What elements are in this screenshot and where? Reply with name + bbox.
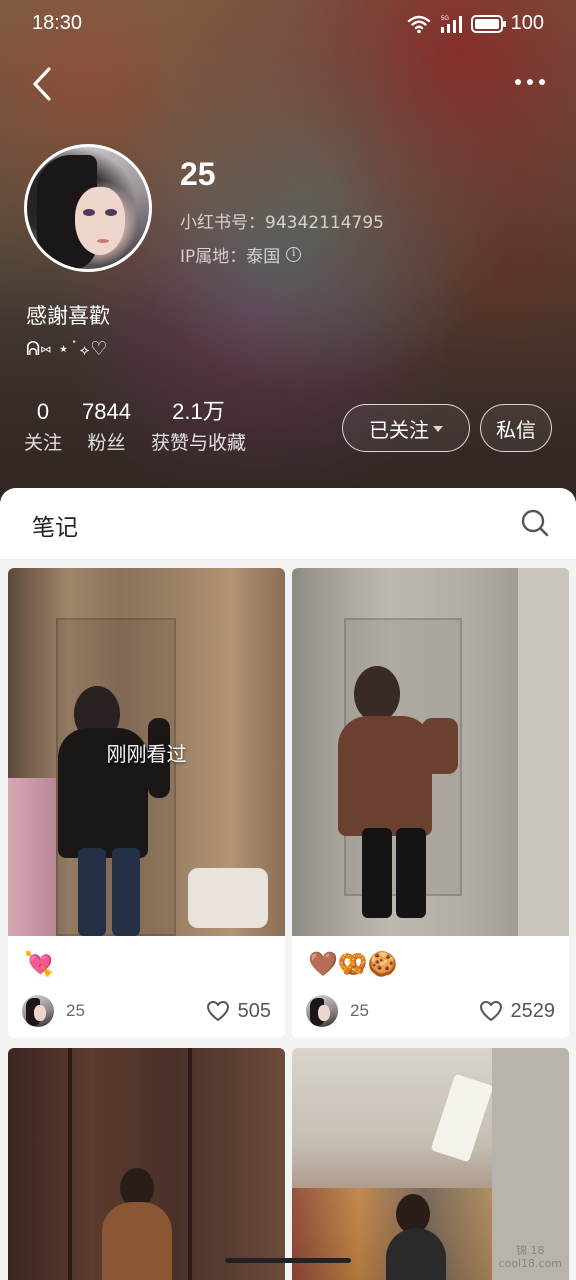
back-arrow-icon xyxy=(33,67,51,101)
note-card[interactable]: 刚刚看过 💘 25 505 xyxy=(8,568,285,1038)
followed-button[interactable]: 已关注 xyxy=(342,404,470,452)
profile-header: 18:30 5G 100 25 小红书号：94342114795 IP属地：泰国… xyxy=(0,0,576,520)
stat-likes[interactable]: 2.1万 获赞与收藏 xyxy=(151,398,246,455)
stat-following-value: 0 xyxy=(36,399,50,424)
profile-bio-title: 感謝喜歡 xyxy=(26,304,110,328)
notes-feed: 刚刚看过 💘 25 505 🤎🥨🍪 25 2529 xyxy=(0,560,576,1280)
note-author[interactable]: 25 xyxy=(350,1001,369,1021)
stat-followers-value: 7844 xyxy=(82,399,131,424)
note-cover-image[interactable]: 刚刚看过 xyxy=(8,568,285,936)
avatar[interactable] xyxy=(306,995,338,1027)
info-icon[interactable]: i xyxy=(286,247,302,262)
note-meta: 25 505 xyxy=(22,994,271,1028)
profile-ip-location[interactable]: IP属地：泰国 i xyxy=(180,242,302,267)
like-count: 505 xyxy=(237,999,271,1022)
stat-followers[interactable]: 7844 粉丝 xyxy=(82,398,131,455)
caret-down-icon xyxy=(433,426,443,432)
note-title: 🤎🥨🍪 xyxy=(308,950,398,978)
stat-likes-label: 获赞与收藏 xyxy=(150,432,246,454)
wifi-icon xyxy=(407,15,430,33)
note-title: 💘 xyxy=(24,950,54,978)
stat-following-label: 关注 xyxy=(24,432,63,454)
back-button[interactable] xyxy=(22,62,62,106)
heart-icon xyxy=(206,1001,229,1021)
signal-icon: 5G xyxy=(440,15,462,33)
stat-likes-value: 2.1万 xyxy=(172,399,225,424)
profile-stats: 0 关注 7844 粉丝 2.1万 获赞与收藏 xyxy=(24,398,266,455)
note-card[interactable] xyxy=(8,1048,285,1280)
note-card[interactable]: 🤎🥨🍪 25 2529 xyxy=(292,568,569,1038)
note-cover-image[interactable] xyxy=(8,1048,285,1280)
avatar[interactable] xyxy=(22,995,54,1027)
message-button[interactable]: 私信 xyxy=(480,404,552,452)
like-count: 2529 xyxy=(510,999,556,1022)
search-icon[interactable] xyxy=(520,508,550,538)
status-indicators: 5G 100 xyxy=(407,12,544,35)
status-time: 18:30 xyxy=(32,12,83,34)
network-label: 5G xyxy=(441,16,449,22)
profile-id[interactable]: 小红书号：94342114795 xyxy=(180,208,384,233)
note-cover-image[interactable] xyxy=(292,568,569,936)
like-button[interactable]: 2529 xyxy=(479,999,556,1023)
status-bar: 18:30 5G 100 xyxy=(0,0,576,50)
more-button[interactable] xyxy=(508,62,552,102)
stat-followers-label: 粉丝 xyxy=(87,432,126,454)
profile-bio-subtitle: ᕱ⑅︎ ⋆˙⟡♡ xyxy=(26,338,108,360)
stat-following[interactable]: 0 关注 xyxy=(24,398,62,455)
tab-notes[interactable]: 笔记 xyxy=(32,508,78,542)
note-meta: 25 2529 xyxy=(306,994,555,1028)
profile-avatar[interactable] xyxy=(24,144,152,272)
followed-button-label: 已关注 xyxy=(369,417,429,442)
watermark: 锦 18 cool18.com xyxy=(498,1244,562,1270)
message-button-label: 私信 xyxy=(496,417,536,442)
profile-name: 25 xyxy=(180,156,216,192)
home-indicator[interactable] xyxy=(225,1258,351,1263)
heart-icon xyxy=(479,1001,502,1021)
ip-location-text: IP属地：泰国 xyxy=(180,247,281,267)
like-button[interactable]: 505 xyxy=(206,1000,271,1023)
more-icon xyxy=(515,79,521,85)
battery-level: 100 xyxy=(510,12,544,34)
battery-icon xyxy=(470,14,506,33)
note-author[interactable]: 25 xyxy=(66,1001,85,1021)
recently-viewed-label: 刚刚看过 xyxy=(106,742,187,766)
notes-tab-bar: 笔记 xyxy=(0,488,576,560)
